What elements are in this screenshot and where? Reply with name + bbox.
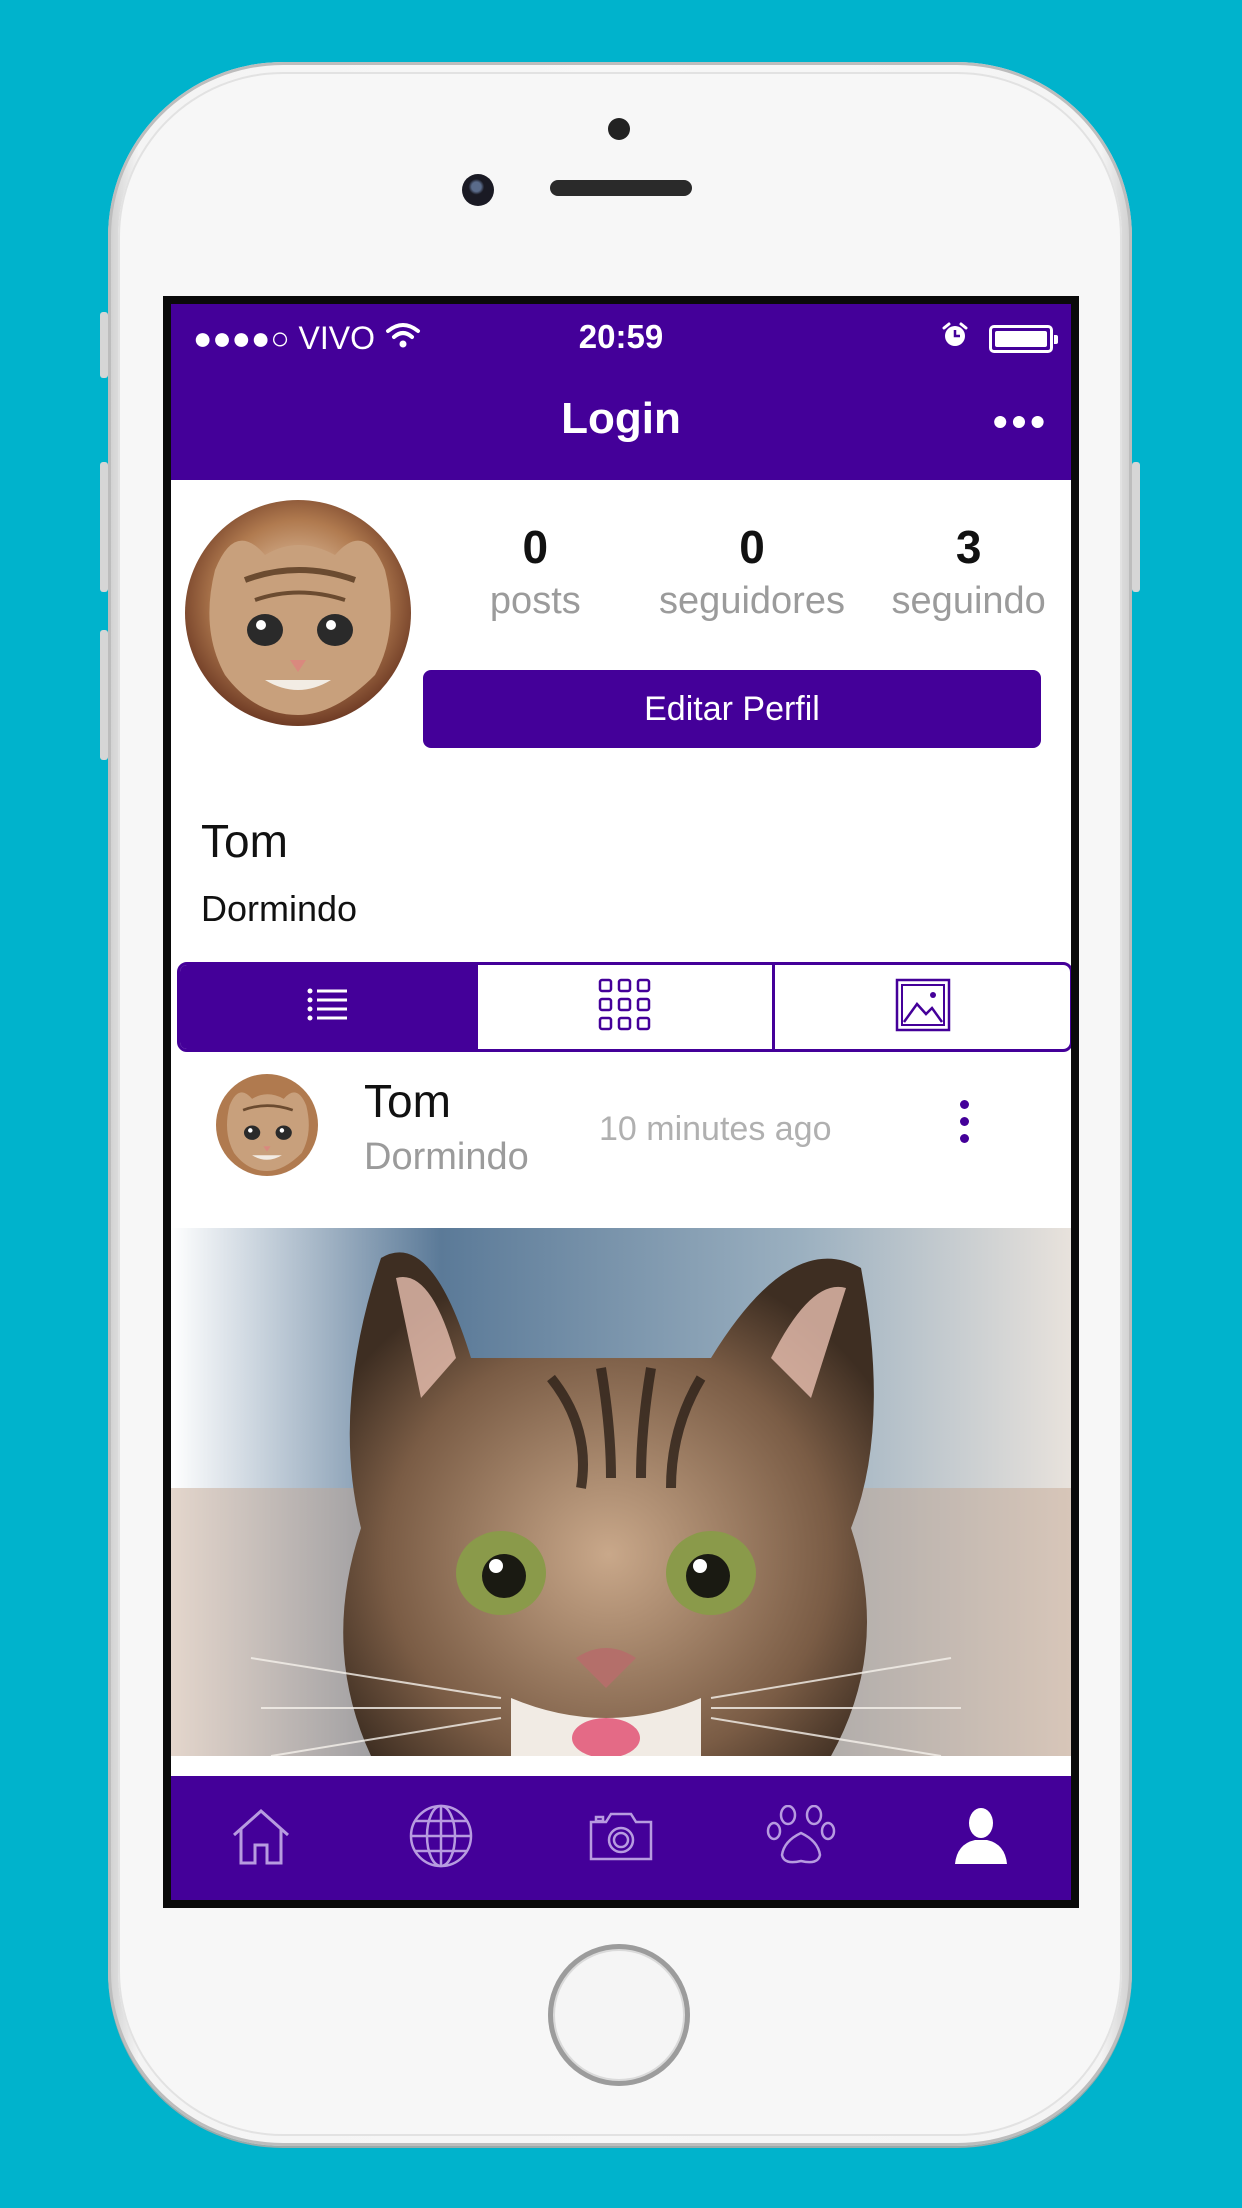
tab-home[interactable] xyxy=(216,1793,306,1883)
volume-up-button xyxy=(100,462,108,592)
view-mode-tabs xyxy=(177,962,1071,1052)
stat-followers-label: seguidores xyxy=(659,580,845,622)
stat-followers-count: 0 xyxy=(739,521,765,573)
stat-posts-label: posts xyxy=(489,580,581,622)
paw-icon xyxy=(766,1804,836,1872)
power-button xyxy=(1132,462,1140,592)
post-author-status: Dormindo xyxy=(364,1136,529,1178)
nav-bar: Login ••• xyxy=(171,368,1071,480)
post-image[interactable] xyxy=(171,1228,1071,1756)
stat-posts[interactable]: 0 posts xyxy=(427,520,644,623)
home-icon xyxy=(230,1805,292,1872)
profile-stats: 0 posts 0 seguidores 3 seguindo xyxy=(427,520,1071,623)
stat-following[interactable]: 3 seguindo xyxy=(860,520,1071,623)
volume-down-button xyxy=(100,630,108,760)
grid-icon xyxy=(598,978,652,1037)
list-icon xyxy=(306,987,348,1028)
screen: ●●●●○ VIVO 20:59 Login ••• 0 posts 0 seg… xyxy=(163,296,1079,1908)
page-title: Login xyxy=(561,394,681,443)
stat-posts-count: 0 xyxy=(522,521,549,573)
front-camera xyxy=(462,174,494,206)
mute-switch xyxy=(100,312,108,378)
more-options-button[interactable]: ••• xyxy=(993,398,1049,446)
post-header: Tom Dormindo 10 minutes ago xyxy=(171,1074,1071,1194)
post-author-name[interactable]: Tom xyxy=(364,1074,451,1128)
tab-image-view[interactable] xyxy=(772,965,1070,1049)
profile-icon xyxy=(953,1806,1009,1871)
status-bar: ●●●●○ VIVO 20:59 xyxy=(171,304,1071,368)
profile-bio: Dormindo xyxy=(201,888,358,929)
alarm-icon xyxy=(941,320,969,357)
home-button[interactable] xyxy=(548,1944,690,2086)
tab-explore[interactable] xyxy=(396,1793,486,1883)
stat-followers[interactable]: 0 seguidores xyxy=(644,520,861,623)
stat-following-count: 3 xyxy=(955,521,982,573)
tab-profile[interactable] xyxy=(936,1793,1026,1883)
edit-profile-button[interactable]: Editar Perfil xyxy=(423,670,1041,748)
globe-icon xyxy=(408,1803,474,1874)
bottom-tab-bar xyxy=(171,1776,1071,1900)
post-timestamp: 10 minutes ago xyxy=(599,1110,832,1148)
post-author-avatar[interactable] xyxy=(216,1074,318,1176)
post-options-button[interactable] xyxy=(949,1100,979,1150)
battery-icon xyxy=(989,324,1058,353)
tab-camera[interactable] xyxy=(576,1793,666,1883)
app-display: ●●●●○ VIVO 20:59 Login ••• 0 posts 0 seg… xyxy=(171,304,1071,1900)
earpiece-speaker xyxy=(550,180,692,196)
stat-following-label: seguindo xyxy=(891,580,1046,622)
tab-list-view[interactable] xyxy=(180,965,475,1049)
profile-avatar[interactable] xyxy=(185,500,411,726)
camera-icon xyxy=(588,1810,654,1867)
clock: 20:59 xyxy=(578,318,664,355)
image-icon xyxy=(895,978,951,1037)
tab-grid-view[interactable] xyxy=(474,965,773,1049)
profile-name: Tom xyxy=(201,815,288,867)
proximity-sensor xyxy=(608,118,630,140)
tab-pets[interactable] xyxy=(756,1793,846,1883)
